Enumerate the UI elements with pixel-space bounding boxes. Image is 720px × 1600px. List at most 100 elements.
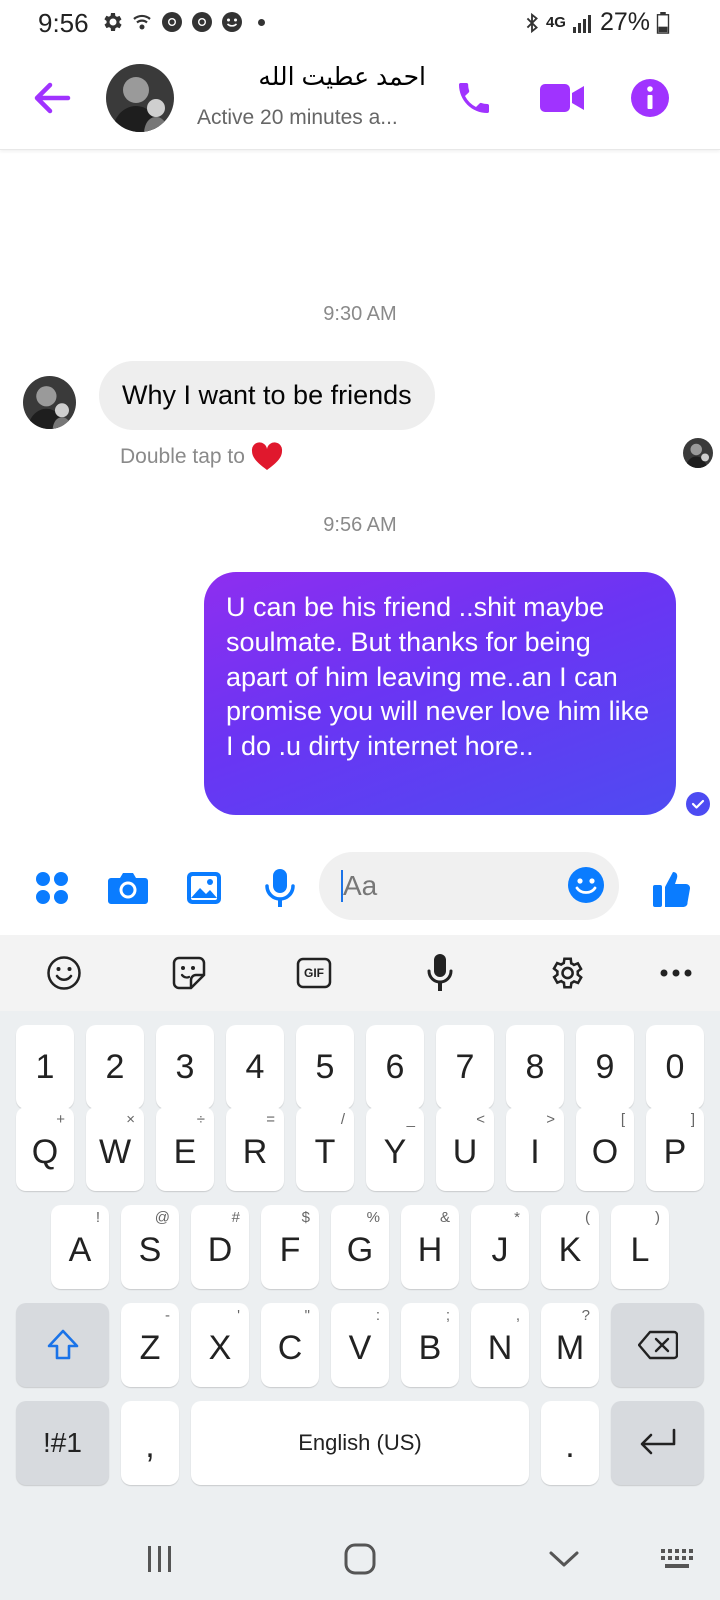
key-y[interactable]: _ Y bbox=[366, 1107, 424, 1191]
key-d[interactable]: # D bbox=[191, 1205, 249, 1289]
keyboard-voice-button[interactable] bbox=[418, 951, 462, 995]
sender-avatar[interactable] bbox=[23, 376, 76, 429]
camera-button[interactable] bbox=[106, 866, 150, 910]
key-4[interactable]: 4 bbox=[226, 1025, 284, 1109]
key-3[interactable]: 3 bbox=[156, 1025, 214, 1109]
space-key[interactable]: English (US) bbox=[191, 1401, 529, 1485]
keyboard-more-button[interactable] bbox=[654, 951, 698, 995]
system-nav-bar bbox=[0, 1515, 720, 1600]
key-1[interactable]: 1 bbox=[16, 1025, 74, 1109]
keyboard: GIF 1 2 3 4 5 6 7 8 9 0 + Q × W ÷ E = R / T _… bbox=[0, 935, 720, 1600]
apps-icon bbox=[36, 872, 68, 904]
key-n[interactable]: ,N bbox=[471, 1303, 529, 1387]
key-5[interactable]: 5 bbox=[296, 1025, 354, 1109]
keyboard-gif-button[interactable]: GIF bbox=[292, 951, 336, 995]
home-button[interactable] bbox=[336, 1535, 384, 1583]
outgoing-message-bubble[interactable]: U can be his friend ..shit maybe soulmat… bbox=[204, 572, 676, 815]
keyboard-switch-button[interactable] bbox=[654, 1535, 702, 1583]
key-o[interactable]: [O bbox=[576, 1107, 634, 1191]
key-0[interactable]: 0 bbox=[646, 1025, 704, 1109]
voice-clip-button[interactable] bbox=[258, 866, 302, 910]
key-7[interactable]: 7 bbox=[436, 1025, 494, 1109]
key-f[interactable]: $ F bbox=[261, 1205, 319, 1289]
like-button[interactable] bbox=[650, 866, 694, 910]
key-8[interactable]: 8 bbox=[506, 1025, 564, 1109]
key-v[interactable]: :V bbox=[331, 1303, 389, 1387]
key-a[interactable]: ! A bbox=[51, 1205, 109, 1289]
sticker-icon bbox=[172, 956, 206, 990]
messenger-icon bbox=[222, 12, 242, 32]
period-key[interactable]: . bbox=[541, 1401, 599, 1485]
keyboard-emoji-button[interactable] bbox=[42, 951, 86, 995]
keyboard-icon bbox=[661, 1549, 693, 1568]
key-2[interactable]: 2 bbox=[86, 1025, 144, 1109]
message-timestamp: 9:56 AM bbox=[323, 514, 397, 536]
message-input-placeholder: Aa bbox=[343, 870, 378, 901]
hint-text: Double tap to bbox=[120, 445, 245, 468]
key-m[interactable]: ? M bbox=[541, 1303, 599, 1387]
gallery-icon bbox=[187, 872, 221, 904]
key-s[interactable]: @ S bbox=[121, 1205, 179, 1289]
back-arrow-icon bbox=[34, 82, 71, 114]
key-x[interactable]: ' X bbox=[191, 1303, 249, 1387]
nav-back-button[interactable] bbox=[540, 1535, 588, 1583]
settings-icon bbox=[552, 957, 583, 989]
recent-apps-button[interactable] bbox=[136, 1535, 184, 1583]
key-h[interactable]: & H bbox=[401, 1205, 459, 1289]
back-button[interactable] bbox=[30, 76, 74, 120]
key-e[interactable]: ÷ E bbox=[156, 1107, 214, 1191]
thumbs-up-icon bbox=[653, 872, 691, 908]
message-input[interactable]: Aa bbox=[319, 852, 619, 920]
comma-key[interactable]: , bbox=[121, 1401, 179, 1485]
symbols-key[interactable]: !#1 bbox=[16, 1401, 109, 1485]
key-g[interactable]: % G bbox=[331, 1205, 389, 1289]
key-c[interactable]: " C bbox=[261, 1303, 319, 1387]
chrome-icon bbox=[162, 12, 182, 32]
keyboard-settings-button[interactable] bbox=[544, 951, 588, 995]
delivered-check-icon bbox=[686, 792, 710, 816]
contact-avatar[interactable] bbox=[106, 64, 174, 132]
key-l[interactable]: ) L bbox=[611, 1205, 669, 1289]
key-i[interactable]: > I bbox=[506, 1107, 564, 1191]
shift-key[interactable] bbox=[16, 1303, 109, 1387]
backspace-key[interactable] bbox=[611, 1303, 704, 1387]
keyboard-sticker-button[interactable] bbox=[167, 951, 211, 995]
keyboard-toolbar: GIF bbox=[0, 935, 720, 1011]
key-z[interactable]: -Z bbox=[121, 1303, 179, 1387]
system-indicators: 4G 27% bbox=[524, 8, 670, 37]
home-icon bbox=[344, 1543, 376, 1575]
back-icon bbox=[549, 1551, 579, 1567]
key-6[interactable]: 6 bbox=[366, 1025, 424, 1109]
key-u[interactable]: < U bbox=[436, 1107, 494, 1191]
key-k[interactable]: (K bbox=[541, 1205, 599, 1289]
key-r[interactable]: = R bbox=[226, 1107, 284, 1191]
key-q[interactable]: + Q bbox=[16, 1107, 74, 1191]
video-call-button[interactable] bbox=[538, 74, 586, 122]
battery-percent: 27% bbox=[599, 8, 650, 36]
wifi-call-icon bbox=[133, 14, 151, 30]
key-j[interactable]: * J bbox=[471, 1205, 529, 1289]
heart-icon bbox=[251, 442, 283, 470]
network-type: 4G bbox=[545, 14, 566, 31]
battery-icon bbox=[656, 11, 670, 34]
gif-label: GIF bbox=[304, 966, 324, 980]
signal-icon bbox=[572, 14, 591, 33]
key-b[interactable]: ; B bbox=[401, 1303, 459, 1387]
video-camera-icon bbox=[540, 84, 584, 112]
contact-name[interactable]: احمد عطيت الله bbox=[196, 62, 426, 92]
more-actions-button[interactable] bbox=[30, 866, 74, 910]
message-composer: Aa bbox=[0, 848, 720, 928]
key-p[interactable]: ] P bbox=[646, 1107, 704, 1191]
emoji-icon bbox=[568, 867, 604, 903]
voice-call-button[interactable] bbox=[450, 74, 498, 122]
emoji-button[interactable] bbox=[567, 866, 605, 909]
key-9[interactable]: 9 bbox=[576, 1025, 634, 1109]
gallery-button[interactable] bbox=[182, 866, 226, 910]
key-w[interactable]: × W bbox=[86, 1107, 144, 1191]
enter-key[interactable] bbox=[611, 1401, 704, 1485]
key-t[interactable]: / T bbox=[296, 1107, 354, 1191]
message-timestamp: 9:30 AM bbox=[323, 303, 397, 325]
microphone-icon bbox=[427, 954, 453, 991]
incoming-message-bubble[interactable]: Why I want to be friends bbox=[99, 361, 435, 430]
conversation-info-button[interactable] bbox=[626, 74, 674, 122]
